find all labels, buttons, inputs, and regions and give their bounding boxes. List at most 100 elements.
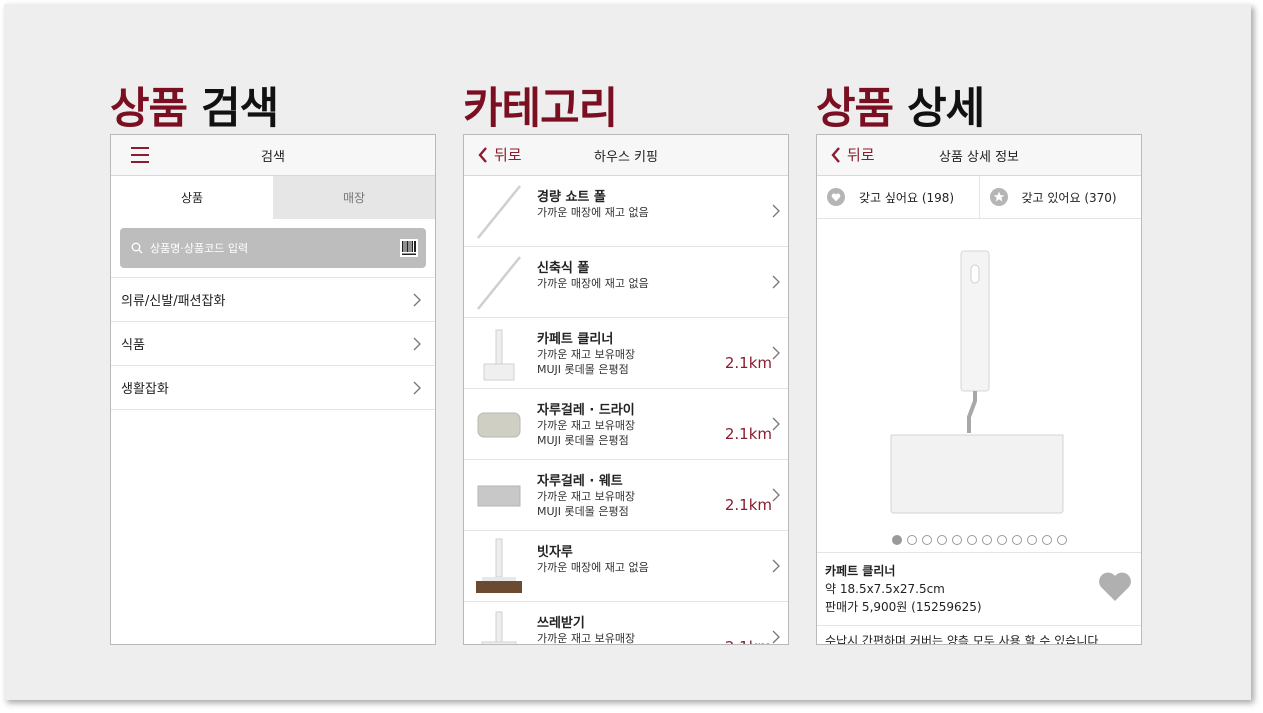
heading-rest: 상세 bbox=[907, 84, 985, 134]
item-stock-info: 가까운 재고 보유매장 bbox=[537, 631, 635, 644]
heading-accent: 상품 bbox=[110, 84, 188, 134]
carousel-dot[interactable] bbox=[1041, 535, 1052, 545]
heading-rest: 검색 bbox=[201, 84, 279, 134]
item-stock-info: 가까운 매장에 재고 없음 bbox=[537, 276, 649, 291]
back-button[interactable]: 뒤로 bbox=[478, 144, 522, 165]
carousel-dot[interactable] bbox=[981, 535, 992, 545]
carousel-dot[interactable] bbox=[906, 535, 917, 545]
chevron-right-icon bbox=[772, 559, 780, 573]
carousel-dot[interactable] bbox=[951, 535, 962, 545]
search-screen: 검색 상품 매장 상품명·상품코드 입력 의류/신발/패션잡화 식품 생활잡화 bbox=[110, 134, 436, 645]
stock-line: 가까운 재고 보유매장 bbox=[537, 419, 636, 432]
item-stock-info: 가까운 매장에 재고 없음 bbox=[537, 560, 649, 575]
item-name: 신축식 폴 bbox=[537, 261, 590, 276]
stock-line: 가까운 매장에 재고 없음 bbox=[537, 561, 649, 574]
store-line: MUJI 롯데몰 은평점 bbox=[537, 434, 629, 447]
carousel-dot[interactable] bbox=[921, 535, 932, 545]
chevron-right-icon bbox=[772, 630, 780, 644]
heading-accent: 상품 bbox=[816, 84, 894, 134]
top-bar: 검색 bbox=[111, 135, 435, 176]
back-button[interactable]: 뒤로 bbox=[831, 144, 875, 165]
heading-product-detail: 상품 상세 bbox=[816, 74, 985, 136]
chevron-right-icon bbox=[413, 381, 421, 395]
store-distance: 2.1km bbox=[725, 638, 772, 644]
list-item[interactable]: 카페트 클리너 가까운 재고 보유매장 MUJI 롯데몰 은평점 2.1km bbox=[464, 318, 788, 389]
carousel-dot[interactable] bbox=[1011, 535, 1022, 545]
item-stock-info: 가까운 재고 보유매장 MUJI 롯데몰 은평점 bbox=[537, 347, 635, 377]
chevron-right-icon bbox=[413, 293, 421, 307]
chevron-left-icon bbox=[831, 146, 840, 163]
top-bar: 뒤로 상품 상세 정보 bbox=[817, 135, 1141, 176]
heart-icon bbox=[827, 188, 845, 206]
chevron-right-icon bbox=[772, 275, 780, 289]
star-icon bbox=[989, 188, 1008, 206]
product-thumbnail bbox=[481, 611, 517, 644]
back-label: 뒤로 bbox=[494, 146, 522, 164]
search-tabs: 상품 매장 bbox=[111, 176, 435, 219]
carousel-dot[interactable] bbox=[1056, 535, 1067, 545]
product-size: 약 18.5x7.5x27.5cm bbox=[825, 582, 945, 596]
product-image-carousel[interactable] bbox=[817, 219, 1141, 552]
tab-products[interactable]: 상품 bbox=[111, 176, 273, 219]
list-item[interactable]: 자루걸레 · 웨트 가까운 재고 보유매장 MUJI 롯데몰 은평점 2.1km bbox=[464, 460, 788, 531]
store-line: MUJI 롯데몰 은평점 bbox=[537, 505, 629, 518]
product-thumbnail bbox=[477, 185, 521, 239]
list-item[interactable]: 신축식 폴 가까운 매장에 재고 없음 bbox=[464, 247, 788, 318]
barcode-icon[interactable] bbox=[400, 239, 418, 257]
category-row[interactable]: 생활잡화 bbox=[111, 366, 435, 410]
heading-category: 카테고리 bbox=[463, 74, 618, 136]
favorite-heart-icon[interactable] bbox=[1097, 571, 1133, 603]
list-item[interactable]: 자루걸레 · 드라이 가까운 재고 보유매장 MUJI 롯데몰 은평점 2.1km bbox=[464, 389, 788, 460]
item-stock-info: 가까운 재고 보유매장 MUJI 롯데몰 은평점 bbox=[537, 418, 635, 448]
have-label: 갖고 있어요 (370) bbox=[1021, 190, 1117, 205]
detail-screen: 뒤로 상품 상세 정보 갖고 싶어요 (198) 갖고 있어요 (370) 카페… bbox=[816, 134, 1142, 645]
stock-line: 가까운 매장에 재고 없음 bbox=[537, 277, 649, 290]
product-name: 카페트 클리너 bbox=[825, 564, 896, 578]
category-label: 식품 bbox=[121, 338, 145, 353]
carousel-dot[interactable] bbox=[996, 535, 1007, 545]
list-item[interactable]: 경량 쇼트 폴 가까운 매장에 재고 없음 bbox=[464, 176, 788, 247]
stock-line: 가까운 재고 보유매장 bbox=[537, 348, 636, 361]
list-item[interactable]: 쓰레받기가까운 재고 보유매장 2.1km bbox=[464, 602, 788, 644]
chevron-right-icon bbox=[772, 417, 780, 431]
back-label: 뒤로 bbox=[847, 146, 875, 164]
product-thumbnail bbox=[477, 412, 521, 438]
store-distance: 2.1km bbox=[724, 354, 772, 372]
item-name: 경량 쇼트 폴 bbox=[537, 190, 606, 205]
chevron-right-icon bbox=[772, 204, 780, 218]
screen-title: 검색 bbox=[261, 149, 285, 165]
screen-title: 상품 상세 정보 bbox=[938, 149, 1020, 165]
item-name: 빗자루 bbox=[537, 545, 573, 560]
carousel-dot[interactable] bbox=[891, 535, 902, 545]
chevron-right-icon bbox=[413, 337, 421, 351]
item-stock-info: 가까운 매장에 재고 없음 bbox=[537, 205, 649, 220]
category-label: 생활잡화 bbox=[121, 382, 169, 397]
have-button[interactable]: 갖고 있어요 (370) bbox=[978, 176, 1142, 218]
product-price: 판매가 5,900원 (15259625) bbox=[825, 600, 982, 614]
carousel-dot[interactable] bbox=[1026, 535, 1037, 545]
chevron-right-icon bbox=[772, 488, 780, 502]
product-info: 카페트 클리너 약 18.5x7.5x27.5cm 판매가 5,900원 (15… bbox=[817, 552, 1141, 625]
menu-icon[interactable] bbox=[131, 147, 149, 163]
carousel-dot[interactable] bbox=[966, 535, 977, 545]
heading-product-search: 상품 검색 bbox=[110, 74, 279, 136]
screen-title: 하우스 키핑 bbox=[594, 149, 658, 165]
product-thumbnail bbox=[477, 485, 521, 507]
want-label: 갖고 싶어요 (198) bbox=[859, 190, 955, 205]
search-placeholder: 상품명·상품코드 입력 bbox=[150, 242, 249, 255]
category-row[interactable]: 의류/신발/패션잡화 bbox=[111, 278, 435, 322]
want-button[interactable]: 갖고 싶어요 (198) bbox=[817, 176, 979, 218]
chevron-right-icon bbox=[772, 346, 780, 360]
store-distance: 2.1km bbox=[724, 425, 772, 443]
category-label: 의류/신발/패션잡화 bbox=[121, 294, 226, 309]
search-input[interactable]: 상품명·상품코드 입력 bbox=[120, 228, 426, 268]
carousel-dot[interactable] bbox=[936, 535, 947, 545]
slide-background: 상품 검색 카테고리 상품 상세 검색 상품 매장 상품명·상품코드 입력 의류… bbox=[4, 4, 1251, 700]
category-row[interactable]: 식품 bbox=[111, 322, 435, 366]
product-list: 경량 쇼트 폴 가까운 매장에 재고 없음 신축식 폴 가까운 매장에 재고 없음 카페… bbox=[464, 176, 788, 644]
product-thumbnail bbox=[483, 329, 515, 381]
list-item[interactable]: 빗자루 가까운 매장에 재고 없음 bbox=[464, 531, 788, 602]
top-bar: 뒤로 하우스 키핑 bbox=[464, 135, 788, 176]
item-stock-info: 가까운 재고 보유매장 MUJI 롯데몰 은평점 bbox=[537, 489, 635, 519]
tab-stores[interactable]: 매장 bbox=[273, 176, 435, 219]
